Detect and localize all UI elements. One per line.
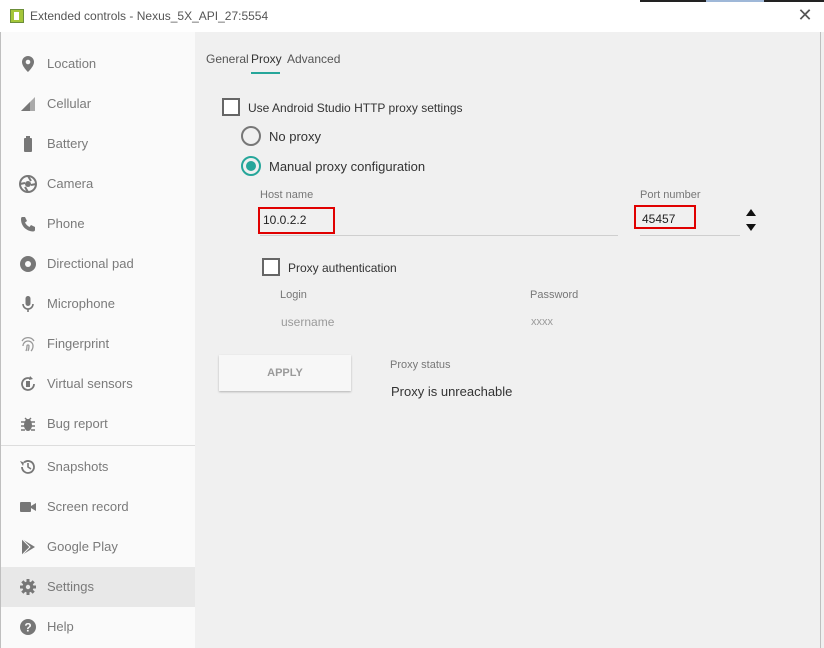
sidebar: Location Cellular Battery Camera Phone D… xyxy=(1,32,195,648)
sidebar-item-screen-record[interactable]: Screen record xyxy=(1,487,195,527)
use-studio-proxy-label: Use Android Studio HTTP proxy settings xyxy=(248,101,463,115)
gear-icon xyxy=(20,579,36,595)
phone-icon xyxy=(21,217,35,232)
android-app-icon xyxy=(10,9,24,23)
active-tab-indicator xyxy=(251,72,280,74)
sidebar-item-label: Location xyxy=(47,56,97,71)
port-decrement-arrow[interactable] xyxy=(746,224,756,231)
battery-icon xyxy=(24,136,32,152)
host-name-label: Host name xyxy=(260,189,314,201)
sidebar-item-virtual-sensors[interactable]: Virtual sensors xyxy=(1,364,195,404)
host-name-underline xyxy=(260,235,618,236)
dpad-icon xyxy=(20,256,36,272)
sidebar-item-microphone[interactable]: Microphone xyxy=(1,284,195,324)
proxy-authentication-checkbox[interactable] xyxy=(262,258,280,276)
microphone-icon xyxy=(22,296,34,312)
sidebar-item-camera[interactable]: Camera xyxy=(1,164,195,204)
use-studio-proxy-checkbox[interactable] xyxy=(222,98,240,116)
sidebar-item-label: Snapshots xyxy=(47,459,109,474)
port-increment-arrow[interactable] xyxy=(746,209,756,216)
sidebar-item-location[interactable]: Location xyxy=(1,44,195,84)
title-bar: Extended controls - Nexus_5X_API_27:5554… xyxy=(0,0,824,32)
proxy-status-value: Proxy is unreachable xyxy=(391,384,513,399)
window-border-right xyxy=(820,32,821,648)
sidebar-item-label: Fingerprint xyxy=(47,336,110,351)
sidebar-item-label: Virtual sensors xyxy=(47,376,133,391)
tab-general[interactable]: General xyxy=(206,52,249,66)
password-input[interactable]: xxxx xyxy=(531,316,553,328)
history-icon xyxy=(20,460,35,474)
video-camera-icon xyxy=(20,502,36,512)
port-number-input[interactable] xyxy=(642,211,732,227)
camera-icon xyxy=(19,175,37,193)
location-pin-icon xyxy=(22,56,34,72)
tab-advanced[interactable]: Advanced xyxy=(287,52,340,66)
bug-icon xyxy=(21,417,35,431)
rotate-icon xyxy=(21,376,35,391)
sidebar-item-label: Google Play xyxy=(47,539,118,554)
sidebar-item-directional-pad[interactable]: Directional pad xyxy=(1,244,195,284)
signal-icon xyxy=(21,97,35,111)
sidebar-item-fingerprint[interactable]: Fingerprint xyxy=(1,324,195,364)
background-window-edge-blue xyxy=(706,0,764,2)
proxy-authentication-label: Proxy authentication xyxy=(288,261,397,275)
fingerprint-icon xyxy=(21,337,35,352)
no-proxy-radio[interactable] xyxy=(241,126,261,146)
no-proxy-label: No proxy xyxy=(269,129,322,144)
sidebar-item-label: Bug report xyxy=(47,416,108,431)
sidebar-item-google-play[interactable]: Google Play xyxy=(1,527,195,567)
sidebar-item-settings[interactable]: Settings xyxy=(1,567,195,607)
sidebar-item-label: Battery xyxy=(47,136,89,151)
login-input[interactable]: username xyxy=(281,315,334,329)
port-number-underline xyxy=(640,235,740,236)
sidebar-item-phone[interactable]: Phone xyxy=(1,204,195,244)
sidebar-item-bug-report[interactable]: Bug report xyxy=(1,404,195,444)
host-name-input[interactable] xyxy=(263,212,603,228)
login-label: Login xyxy=(280,289,307,301)
sidebar-item-label: Phone xyxy=(47,216,85,231)
sidebar-divider xyxy=(1,445,195,446)
sidebar-item-help[interactable]: ? Help xyxy=(1,607,195,647)
sidebar-item-label: Camera xyxy=(47,176,94,191)
sidebar-item-label: Help xyxy=(47,619,74,634)
proxy-status-label: Proxy status xyxy=(390,359,451,371)
window-title: Extended controls - Nexus_5X_API_27:5554 xyxy=(30,9,269,23)
sidebar-item-label: Directional pad xyxy=(47,256,134,271)
sidebar-item-cellular[interactable]: Cellular xyxy=(1,84,195,124)
help-icon: ? xyxy=(20,619,36,635)
password-label: Password xyxy=(530,289,579,301)
manual-proxy-label: Manual proxy configuration xyxy=(269,159,426,174)
svg-text:?: ? xyxy=(24,621,31,635)
port-number-label: Port number xyxy=(640,189,701,201)
sidebar-item-label: Screen record xyxy=(47,499,129,514)
play-store-icon xyxy=(21,538,35,556)
sidebar-item-label: Microphone xyxy=(47,296,115,311)
apply-button[interactable]: APPLY xyxy=(219,355,351,391)
tab-proxy[interactable]: Proxy xyxy=(251,52,282,66)
close-button[interactable]: ✕ xyxy=(796,6,814,24)
sidebar-item-label: Cellular xyxy=(47,96,92,111)
sidebar-item-snapshots[interactable]: Snapshots xyxy=(1,447,195,487)
sidebar-item-battery[interactable]: Battery xyxy=(1,124,195,164)
sidebar-item-label: Settings xyxy=(47,579,94,594)
manual-proxy-radio[interactable] xyxy=(241,156,261,176)
